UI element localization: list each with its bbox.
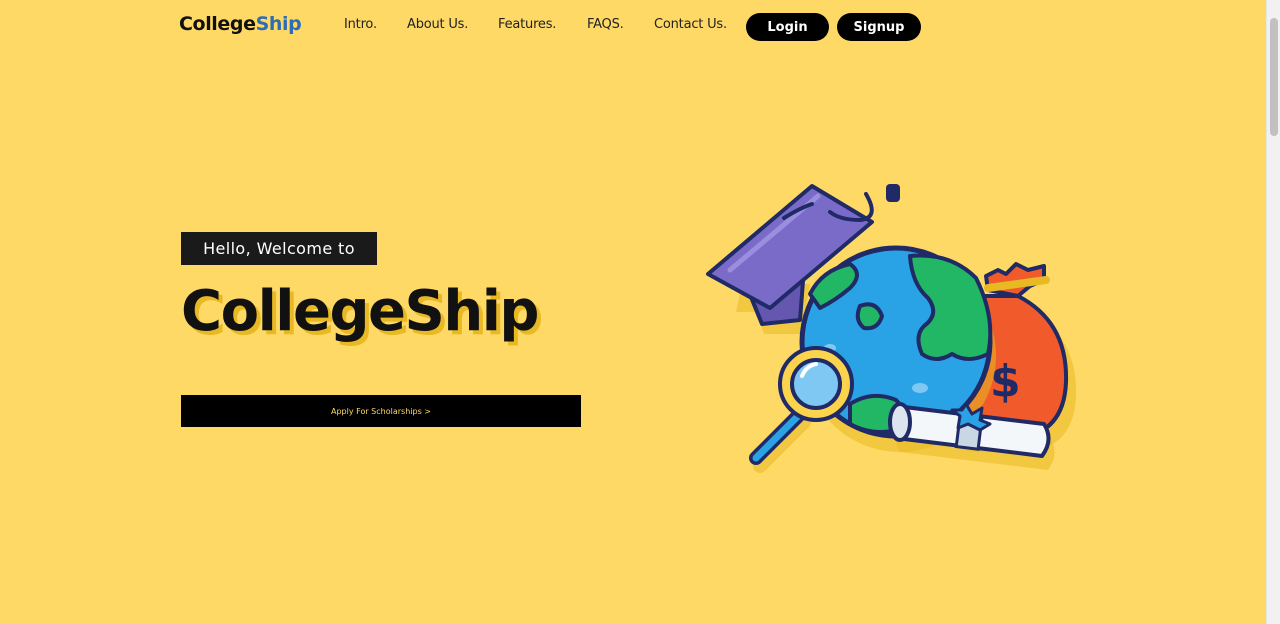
login-button[interactable]: Login xyxy=(746,13,829,41)
signup-button[interactable]: Signup xyxy=(837,13,921,41)
vertical-scrollbar[interactable] xyxy=(1266,0,1280,624)
nav-link-faqs[interactable]: FAQS. xyxy=(587,17,624,32)
logo[interactable]: CollegeShip xyxy=(179,13,302,35)
hero-title: CollegeShip xyxy=(181,279,540,344)
nav-link-contact-us[interactable]: Contact Us. xyxy=(654,17,727,32)
nav-link-features[interactable]: Features. xyxy=(498,17,556,32)
logo-text-accent: Ship xyxy=(255,13,302,35)
scrollbar-thumb[interactable] xyxy=(1270,18,1278,136)
nav-link-intro[interactable]: Intro. xyxy=(344,17,377,32)
magnifying-glass-icon xyxy=(749,346,854,473)
nav-link-about-us[interactable]: About Us. xyxy=(407,17,468,32)
apply-for-scholarships-button[interactable]: Apply For Scholarships > xyxy=(181,395,581,427)
scholarship-illustration: $ xyxy=(706,184,1077,473)
logo-text-primary: College xyxy=(179,13,256,35)
greeting-badge: Hello, Welcome to xyxy=(181,232,377,265)
site-header: CollegeShip Intro. About Us. Features. F… xyxy=(0,0,1266,54)
